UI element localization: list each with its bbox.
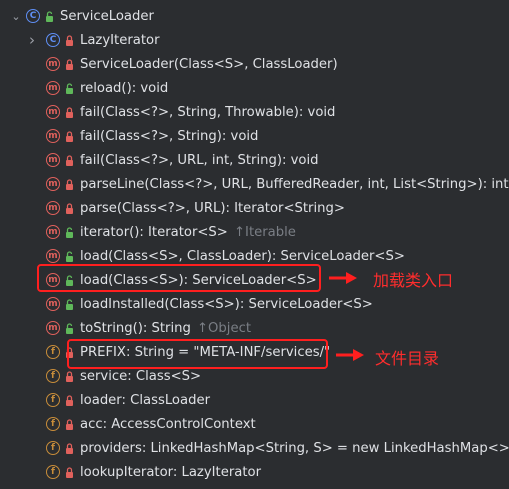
tree-item-label: service: Class<S> [80,368,202,384]
public-access-icon [66,322,73,334]
tree-item[interactable]: m reload(): void [0,76,509,100]
tree-root-row[interactable]: ⌄ C ServiceLoader [0,4,509,28]
red-arrow-icon [336,349,364,361]
public-access-icon [46,10,53,22]
tree-root-label: ServiceLoader [60,8,154,24]
private-lock-icon [66,58,73,70]
private-lock-icon [66,370,73,382]
tree-item-label: ServiceLoader(Class<S>, ClassLoader) [80,56,338,72]
tree-item-label: loadInstalled(Class<S>): ServiceLoader<S… [80,296,373,312]
tree-item[interactable]: m fail(Class<?>, String, Throwable): void [0,100,509,124]
class-icon: C [26,9,40,23]
method-icon: m [46,57,60,71]
field-icon: f [46,417,60,431]
private-lock-icon [66,34,73,46]
method-icon: m [46,129,60,143]
private-lock-icon [66,202,73,214]
tree-item[interactable]: m iterator(): Iterator<S> ↑Iterable [0,220,509,244]
tree-item[interactable]: m ServiceLoader(Class<S>, ClassLoader) [0,52,509,76]
class-icon: C [46,33,60,47]
red-arrow-icon [329,272,357,284]
tree-item[interactable]: m loadInstalled(Class<S>): ServiceLoader<… [0,292,509,316]
tree-item-label: lookupIterator: LazyIterator [80,464,261,480]
public-access-icon [66,82,73,94]
tree-item-label: LazyIterator [80,32,160,48]
tree-item[interactable]: f loader: ClassLoader [0,388,509,412]
tree-item-label: toString(): String [80,320,191,336]
tree-item-label: iterator(): Iterator<S> [80,224,228,240]
chevron-down-icon[interactable]: ⌄ [11,10,21,23]
private-lock-icon [66,154,73,166]
annotation-text-load: 加载类入口 [373,271,454,290]
tree-item[interactable]: m toString(): String ↑Object [0,316,509,340]
field-icon: f [46,369,60,383]
tree-item[interactable]: f providers: LinkedHashMap<String, S> = n… [0,436,509,460]
tree-item-label: parse(Class<?>, URL): Iterator<String> [80,200,345,216]
chevron-right-icon[interactable]: › [27,31,37,49]
public-access-icon [66,250,73,262]
field-icon: f [46,465,60,479]
private-lock-icon [66,106,73,118]
tree-item[interactable]: m fail(Class<?>, URL, int, String): void [0,148,509,172]
method-icon: m [46,249,60,263]
tree-item-label: fail(Class<?>, String): void [80,128,259,144]
field-icon: f [46,441,60,455]
tree-item-label: load(Class<S>, ClassLoader): ServiceLoad… [80,248,405,264]
method-icon: m [46,153,60,167]
method-icon: m [46,105,60,119]
method-icon: m [46,225,60,239]
method-icon: m [46,297,60,311]
tree-item-hint: ↑Iterable [234,224,296,240]
tree-item-label: fail(Class<?>, String, Throwable): void [80,104,336,120]
tree-item-label: reload(): void [80,80,169,96]
private-lock-icon [66,130,73,142]
tree-item-label: parseLine(Class<?>, URL, BufferedReader,… [80,176,509,192]
field-icon: f [46,345,60,359]
annotation-box-load [37,264,321,292]
tree-item-label: loader: ClassLoader [80,392,210,408]
annotation-box-prefix [67,339,328,369]
public-access-icon [66,226,73,238]
private-lock-icon [66,442,73,454]
field-icon: f [46,393,60,407]
tree-item[interactable]: m fail(Class<?>, String): void [0,124,509,148]
method-icon: m [46,321,60,335]
tree-item-hint: ↑Object [197,320,251,336]
private-lock-icon [66,418,73,430]
tree-item[interactable]: m parseLine(Class<?>, URL, BufferedReader… [0,172,509,196]
method-icon: m [46,81,60,95]
tree-item-label: providers: LinkedHashMap<String, S> = ne… [80,440,509,456]
method-icon: m [46,201,60,215]
private-lock-icon [66,178,73,190]
tree-item[interactable]: f acc: AccessControlContext [0,412,509,436]
method-icon: m [46,177,60,191]
public-access-icon [66,298,73,310]
tree-item[interactable]: f lookupIterator: LazyIterator [0,460,509,484]
tree-item-label: acc: AccessControlContext [80,416,256,432]
tree-item[interactable]: › C LazyIterator [0,28,509,52]
tree-item[interactable]: m parse(Class<?>, URL): Iterator<String> [0,196,509,220]
private-lock-icon [66,394,73,406]
private-lock-icon [66,466,73,478]
tree-item-label: fail(Class<?>, URL, int, String): void [80,152,319,168]
annotation-text-prefix: 文件目录 [375,349,440,368]
